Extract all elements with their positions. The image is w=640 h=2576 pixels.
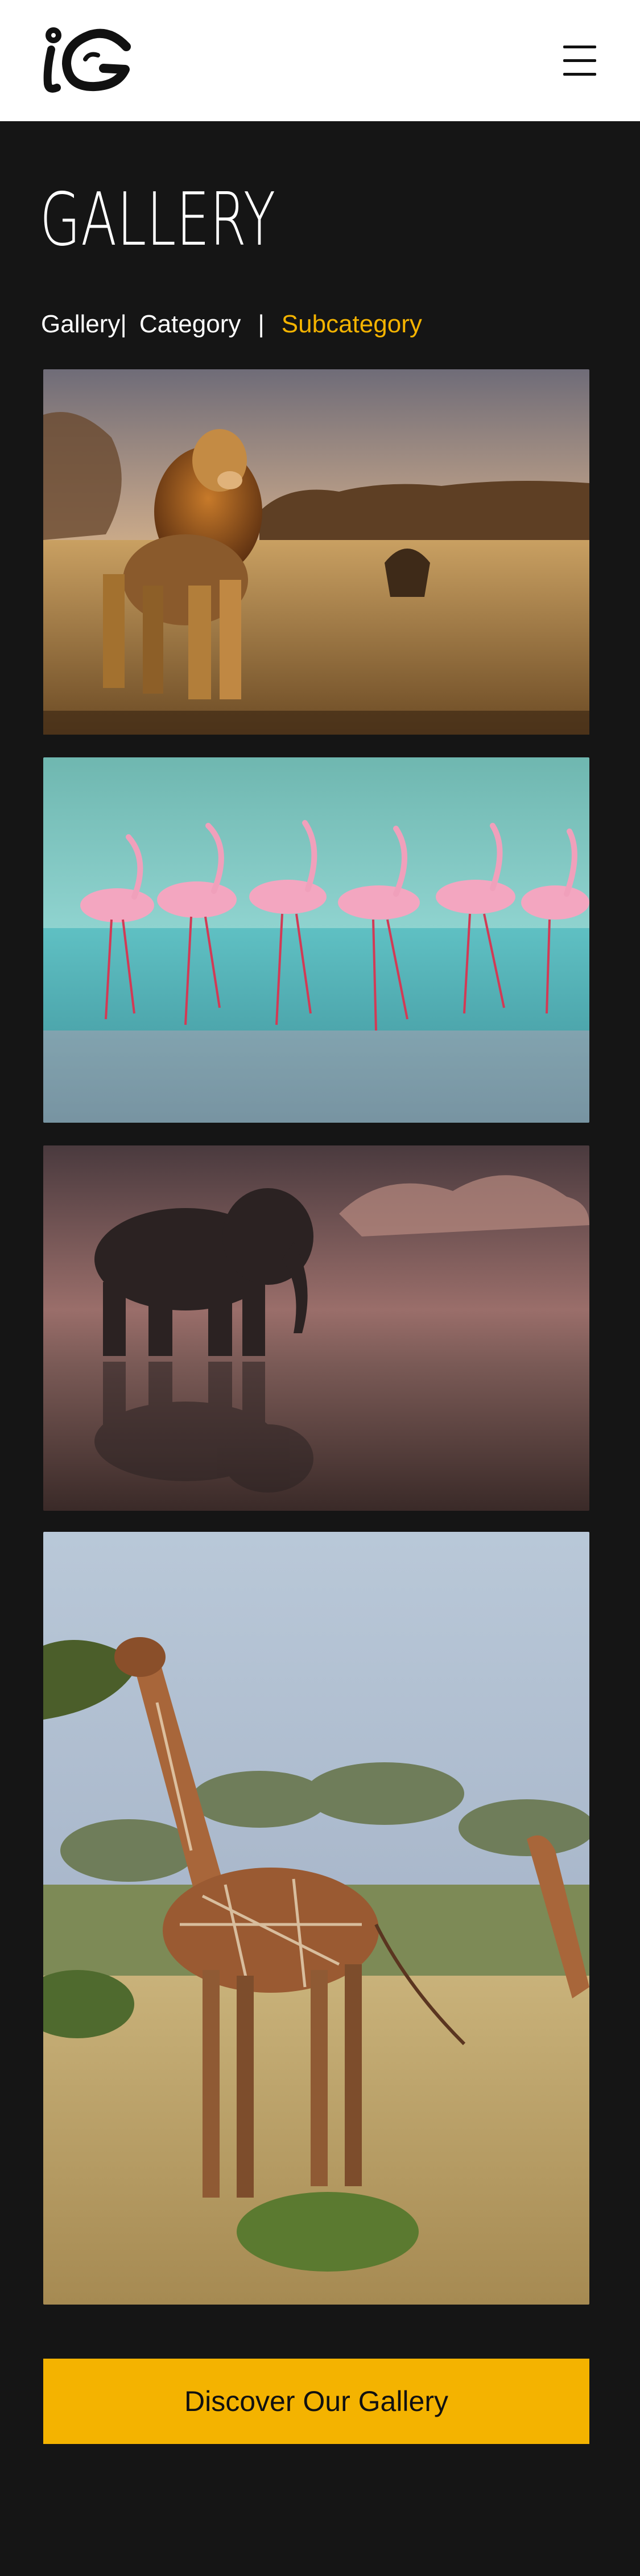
breadcrumb-category[interactable]: Category [139,310,241,339]
discover-gallery-button[interactable]: Discover Our Gallery [43,2359,589,2444]
page-title: GALLERY [40,178,276,262]
flamingos-image [43,757,589,1123]
giraffe-image [43,1532,589,2305]
menu-line [563,59,596,62]
site-header [0,0,640,121]
gallery-photo-lion[interactable] [43,369,589,735]
gallery-photo-elephant[interactable] [43,1145,589,1511]
gallery-photo-flamingos[interactable] [43,757,589,1123]
lion-image [43,369,589,735]
breadcrumb-gallery[interactable]: Gallery [41,310,120,339]
menu-line [563,46,596,48]
site-logo[interactable] [41,24,135,95]
elephant-image [43,1145,589,1511]
ig-logo-icon [43,27,131,93]
hamburger-menu-icon[interactable] [563,46,596,76]
breadcrumb: Gallery| Category | Subcategory [41,310,422,344]
gallery-photo-giraffe[interactable] [43,1532,589,2305]
menu-line [563,73,596,76]
breadcrumb-separator: | [258,310,265,338]
breadcrumb-subcategory[interactable]: Subcategory [282,310,422,339]
gallery-section: GALLERY Gallery|Category|Subcategory [0,121,640,2576]
breadcrumb-separator: | [120,310,127,338]
